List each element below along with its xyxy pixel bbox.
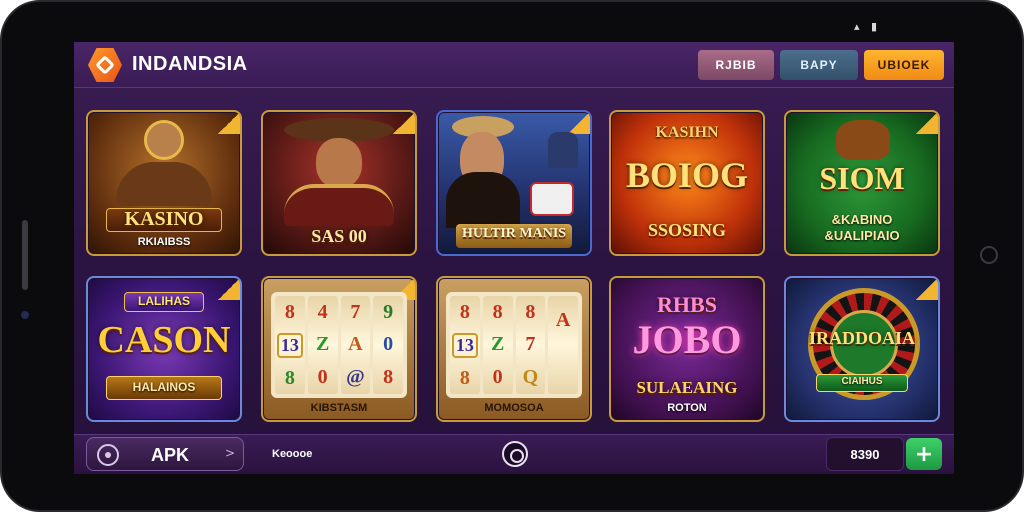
tile-title: JOBO <box>632 317 742 362</box>
corner-badge <box>218 112 240 134</box>
bottom-bar: APK > Keoooe 8390 + <box>74 434 954 474</box>
reel-symbol: Z <box>315 333 330 356</box>
tile-subtitle: MOMOSOA <box>484 402 544 414</box>
reel-symbol: 13 <box>451 332 478 358</box>
brand-name: INDANDSIA <box>132 53 248 75</box>
slot-reels: 8 13 8 4 Z 0 7 A @ 9 0 8 <box>271 292 407 398</box>
game-tile-2[interactable]: SAS 00 <box>261 110 417 256</box>
reel-symbol: 9 <box>383 300 394 323</box>
game-tile-8[interactable]: 8 13 8 8 Z 0 8 7 Q A MOMOSOA <box>436 276 592 422</box>
topbar-button-2[interactable]: BAPY <box>780 50 858 80</box>
corner-badge <box>916 278 938 300</box>
app-screen: INDANDSIA RJBIB BAPY UBIOEK KASINO RKIAI… <box>74 42 954 474</box>
reel-symbol: 4 <box>317 300 328 323</box>
plus-icon[interactable]: + <box>906 438 942 470</box>
game-tile-3[interactable]: HULTIR MANIS <box>436 110 592 256</box>
reel: 9 0 8 <box>373 296 403 394</box>
reel-symbol: 8 <box>284 300 295 323</box>
tile-title: SAS 00 <box>311 226 367 246</box>
dice-icon <box>530 182 574 216</box>
dealer-figure <box>548 132 578 168</box>
character-body <box>116 162 212 206</box>
tile-title: HULTIR MANIS <box>461 226 567 241</box>
character-body <box>284 184 394 226</box>
bull-icon <box>836 120 890 160</box>
character-hair <box>446 172 520 228</box>
corner-badge <box>916 112 938 134</box>
reel-symbol: 0 <box>383 333 394 356</box>
device-frame: ▴ ▮ INDANDSIA RJBIB BAPY UBIOEK KASINO R… <box>0 0 1024 512</box>
center-circle-icon[interactable] <box>502 441 528 467</box>
game-tile-4[interactable]: KASIHN BOIOG SSOSING <box>609 110 765 256</box>
reel: 8 7 Q <box>515 296 546 394</box>
reel-symbol: 8 <box>383 366 394 389</box>
reel-symbol: 0 <box>317 366 328 389</box>
tile-subtitle: SSOSING <box>647 220 727 240</box>
tile-kicker: RHBS <box>657 292 717 317</box>
bottom-bar-text: Keoooe <box>272 448 313 460</box>
home-button[interactable] <box>980 246 998 264</box>
topbar-button-3[interactable]: UBIOEK <box>864 50 944 80</box>
reel-symbol: A <box>555 308 571 331</box>
chevron-right-icon: > <box>224 446 235 460</box>
reel-symbol: 8 <box>459 300 470 323</box>
tile-kicker: KASIHN <box>655 124 719 141</box>
tile-subtitle: CIAIHUS <box>841 376 883 387</box>
apk-label: APK <box>151 445 190 465</box>
tile-subtitle: RKIAIBSS <box>137 236 191 248</box>
game-tile-9[interactable]: RHBS JOBO SULAEAING ROTON <box>609 276 765 422</box>
reel-symbol: A <box>348 333 363 356</box>
character-face <box>316 138 362 188</box>
topbar-button-1[interactable]: RJBIB <box>698 50 774 80</box>
reel: 7 A @ <box>340 296 371 394</box>
tile-subtitle: &KABINO &UALIPIAIO <box>824 212 900 243</box>
reel-symbol: 8 <box>284 366 295 389</box>
tile-title: SIOM <box>819 160 905 196</box>
tile-title: BOIOG <box>625 155 749 195</box>
reel-symbol: 8 <box>492 300 503 323</box>
tile-subtitle: KIBSTASM <box>310 402 368 414</box>
corner-badge <box>568 112 590 134</box>
tile-footer: ROTON <box>667 402 707 414</box>
game-tile-1[interactable]: KASINO RKIAIBSS <box>86 110 242 256</box>
tile-title: CASON <box>97 319 231 361</box>
tile-kicker: LALIHAS <box>138 294 190 308</box>
game-tile-10[interactable]: IRADDOAIA CIAIHUS <box>784 276 940 422</box>
reel: 8 Z 0 <box>482 296 513 394</box>
reel-symbol: 7 <box>350 300 361 323</box>
reel-symbol: 7 <box>525 333 536 356</box>
logo-icon <box>88 48 122 82</box>
reel: 8 13 8 <box>450 296 480 394</box>
reel-symbol: 8 <box>459 366 470 389</box>
reel-symbol: Q <box>522 366 539 389</box>
game-tile-5[interactable]: SIOM &KABINO &UALIPIAIO <box>784 110 940 256</box>
tile-title: KASINO <box>124 208 204 230</box>
tile-title: IRADDOAIA <box>808 328 915 348</box>
reel-symbol: 0 <box>492 366 503 389</box>
apk-button[interactable]: APK > <box>86 437 244 471</box>
camera-dot <box>21 311 29 319</box>
reel-symbol: @ <box>346 366 365 389</box>
side-button <box>22 220 28 290</box>
top-bar: INDANDSIA RJBIB BAPY UBIOEK <box>74 42 954 88</box>
reel: A <box>548 296 578 394</box>
reel-symbol: Z <box>490 333 505 356</box>
reel: 4 Z 0 <box>307 296 338 394</box>
tile-subtitle: HALAINOS <box>132 380 196 394</box>
status-icons: ▴ ▮ <box>854 20 882 33</box>
tile-subtitle: SULAEAING <box>636 378 738 397</box>
reel-symbol: 13 <box>276 332 303 358</box>
slot-reels: 8 13 8 8 Z 0 8 7 Q A <box>446 292 582 398</box>
game-tile-6[interactable]: LALIHAS CASON HALAINOS <box>86 276 242 422</box>
balance-display: 8390 <box>826 437 904 471</box>
apk-icon <box>97 444 119 466</box>
corner-badge <box>393 112 415 134</box>
reel-symbol: 8 <box>525 300 536 323</box>
game-tile-7[interactable]: 8 13 8 4 Z 0 7 A @ 9 0 8 KIBSTASM <box>261 276 417 422</box>
reel: 8 13 8 <box>275 296 305 394</box>
